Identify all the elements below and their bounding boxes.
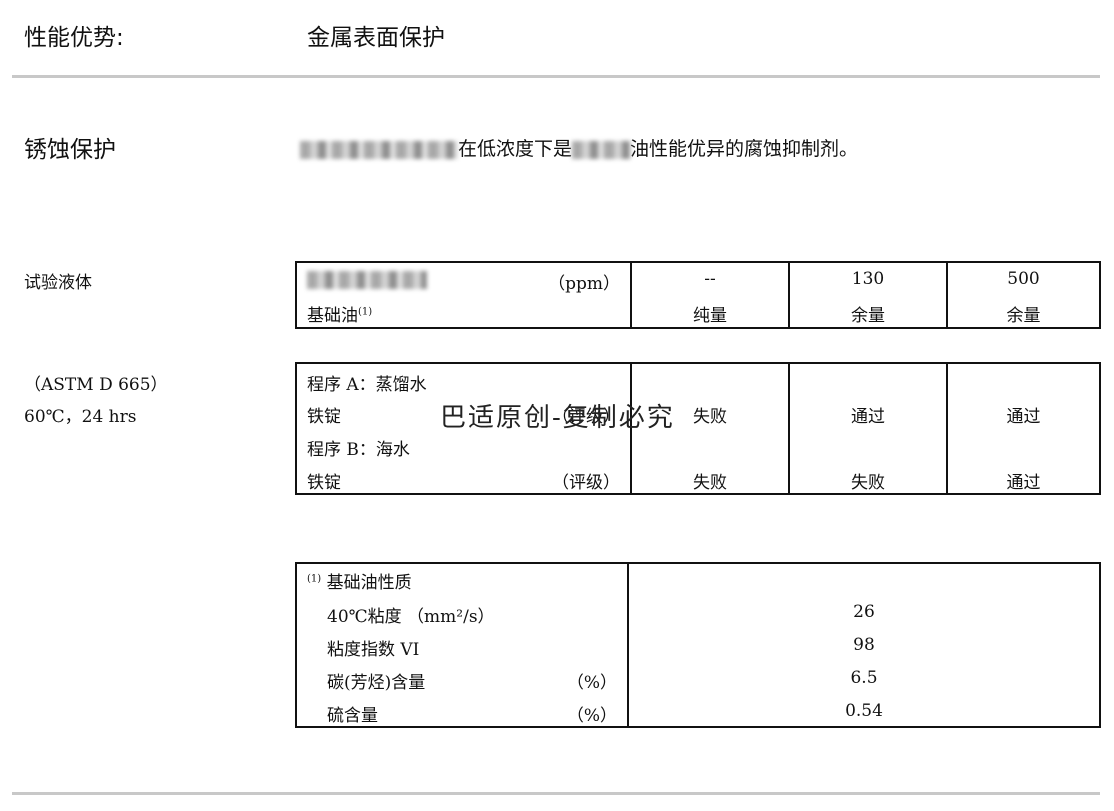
result-col: 通过 失败	[788, 362, 948, 495]
col-value: 130	[851, 269, 885, 289]
property-value: 6.5	[850, 668, 878, 688]
result-b: 通过	[1006, 473, 1041, 493]
bottom-divider	[12, 792, 1100, 795]
property-unit: （%）	[566, 673, 617, 693]
test-fluid-label: 试验液体	[24, 273, 92, 293]
method-label: （ASTM D 665）	[24, 375, 168, 395]
base-oil-properties-table: (1) 基础油性质 40℃粘度 （mm²/s） 粘度指数 VI 碳(芳烃)含量 …	[295, 562, 1101, 728]
redacted-text	[307, 271, 427, 289]
procedure-b: 程序 B：海水	[307, 440, 410, 460]
property-label: 硫含量	[327, 706, 378, 726]
description-part: 油性能优异的腐蚀抑制剂。	[630, 138, 859, 160]
top-divider	[12, 75, 1100, 78]
property-label: 40℃粘度 （mm²/s）	[327, 607, 495, 627]
property-value: 98	[853, 635, 875, 655]
header-label: 性能优势:	[24, 25, 124, 51]
redacted-text	[572, 141, 631, 159]
rust-test-table: 程序 A：蒸馏水 铁锭 （评级） 程序 B：海水 铁锭 （评级） 失败 失败 通…	[295, 362, 1101, 495]
rust-label-b: 铁锭	[307, 473, 341, 493]
property-unit: （%）	[566, 706, 617, 726]
composition-col: 130 余量	[788, 261, 948, 329]
section-description: 在低浓度下是 油性能优异的腐蚀抑制剂。	[300, 134, 858, 161]
procedure-a: 程序 A：蒸馏水	[307, 375, 427, 395]
property-value: 0.54	[845, 701, 883, 721]
conditions-label: 60℃，24 hrs	[24, 407, 137, 427]
result-a: 通过	[1006, 407, 1041, 427]
description-part: 在低浓度下是	[458, 138, 573, 160]
composition-table: （ppm） 基础油(1) -- 纯量 130 余量 500 余量	[295, 261, 1101, 329]
rating-unit-b: （评级）	[552, 473, 620, 493]
col-base: 余量	[1006, 306, 1041, 326]
composition-col: -- 纯量	[630, 261, 790, 329]
result-a: 通过	[851, 407, 885, 427]
property-label: 碳(芳烃)含量	[327, 673, 426, 693]
header-value: 金属表面保护	[307, 25, 445, 51]
properties-title: (1) 基础油性质	[307, 573, 412, 593]
watermark: 巴适原创-复制必究	[440, 403, 675, 433]
result-col: 通过 通过	[946, 362, 1101, 495]
ppm-unit: （ppm）	[548, 274, 620, 294]
composition-label-cell: （ppm） 基础油(1)	[295, 261, 632, 329]
composition-col: 500 余量	[946, 261, 1101, 329]
properties-value-cell: 26 98 6.5 0.54	[627, 562, 1101, 728]
col-base: 纯量	[693, 306, 727, 326]
col-value: 500	[1007, 269, 1040, 289]
section-title: 锈蚀保护	[24, 137, 116, 163]
col-value: --	[704, 269, 716, 289]
redacted-text	[300, 141, 458, 159]
rust-label-a: 铁锭	[307, 407, 341, 427]
col-base: 余量	[851, 306, 885, 326]
properties-label-cell: (1) 基础油性质 40℃粘度 （mm²/s） 粘度指数 VI 碳(芳烃)含量 …	[295, 562, 629, 728]
property-value: 26	[853, 602, 875, 622]
result-b: 失败	[693, 473, 727, 493]
base-oil-label: 基础油(1)	[307, 306, 373, 326]
result-b: 失败	[851, 473, 885, 493]
property-label: 粘度指数 VI	[327, 640, 420, 660]
